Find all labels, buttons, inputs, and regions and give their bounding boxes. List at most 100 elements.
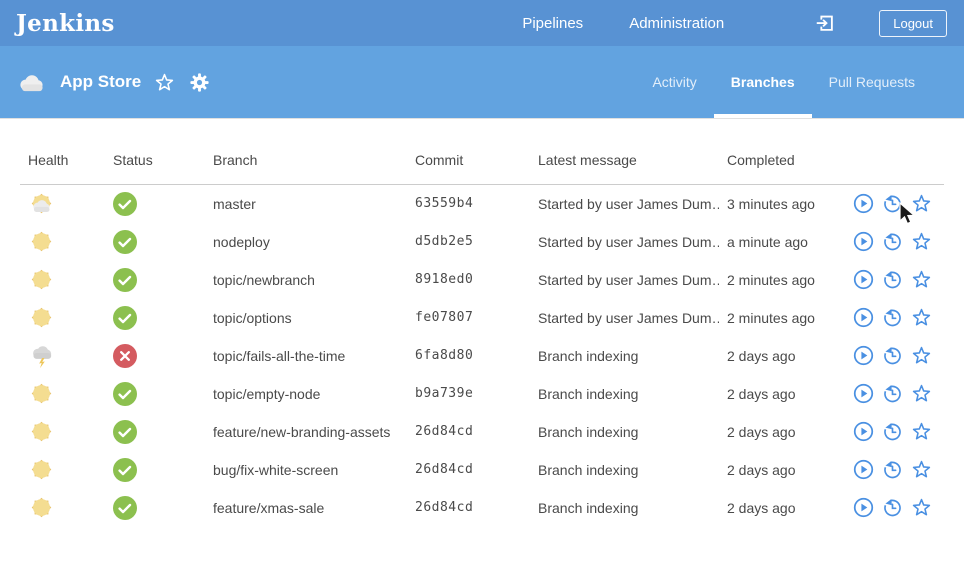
completed-cell: 2 minutes ago (719, 261, 847, 299)
favorite-star-icon[interactable] (911, 269, 932, 290)
nav-pipelines[interactable]: Pipelines (522, 15, 583, 32)
status-cell (105, 451, 205, 489)
favorite-star-icon[interactable] (911, 307, 932, 328)
gear-icon[interactable] (188, 71, 211, 94)
success-icon (113, 420, 137, 444)
status-cell (105, 223, 205, 261)
health-cell (20, 489, 105, 527)
row-actions (855, 345, 936, 366)
commit-cell: 26d84cd (407, 413, 530, 451)
success-icon (113, 268, 137, 292)
branch-row[interactable]: feature/xmas-sale 26d84cd Branch indexin… (20, 489, 944, 527)
favorite-star-icon[interactable] (154, 72, 175, 93)
health-cell (20, 223, 105, 261)
latest-message-cell: Branch indexing (530, 451, 719, 489)
favorite-star-icon[interactable] (911, 459, 932, 480)
logout-button[interactable]: Logout (879, 10, 947, 37)
history-icon[interactable] (882, 307, 903, 328)
health-cell (20, 413, 105, 451)
commit-cell: 26d84cd (407, 451, 530, 489)
run-icon[interactable] (853, 269, 874, 290)
history-icon[interactable] (882, 421, 903, 442)
health-cell (20, 337, 105, 375)
jenkins-logo[interactable]: Jenkins (16, 10, 115, 37)
branch-row[interactable]: topic/newbranch 8918ed0 Started by user … (20, 261, 944, 299)
run-icon[interactable] (853, 383, 874, 404)
latest-message-cell: Started by user James Dum… (530, 185, 719, 223)
row-actions (855, 307, 936, 328)
branches-table-body: master 63559b4 Started by user James Dum… (20, 185, 944, 527)
branch-row[interactable]: nodeploy d5db2e5 Started by user James D… (20, 223, 944, 261)
branch-cell: topic/newbranch (205, 261, 407, 299)
branches-page: Health Status Branch Commit Latest messa… (0, 118, 964, 527)
favorite-star-icon[interactable] (911, 421, 932, 442)
run-icon[interactable] (853, 497, 874, 518)
pipeline-identity: App Store (16, 69, 211, 96)
sunny-icon (28, 494, 55, 521)
favorite-star-icon[interactable] (911, 193, 932, 214)
branch-row[interactable]: feature/new-branding-assets 26d84cd Bran… (20, 413, 944, 451)
favorite-star-icon[interactable] (911, 231, 932, 252)
branch-cell: feature/new-branding-assets (205, 413, 407, 451)
branch-row[interactable]: master 63559b4 Started by user James Dum… (20, 185, 944, 223)
success-icon (113, 192, 137, 216)
row-actions (855, 497, 936, 518)
health-cell (20, 261, 105, 299)
latest-message-cell: Branch indexing (530, 375, 719, 413)
completed-cell: 3 minutes ago (719, 185, 847, 223)
history-icon[interactable] (882, 269, 903, 290)
run-icon[interactable] (853, 193, 874, 214)
commit-cell: 6fa8d80 (407, 337, 530, 375)
history-icon[interactable] (882, 497, 903, 518)
history-icon[interactable] (882, 383, 903, 404)
row-actions (855, 193, 936, 214)
completed-cell: 2 days ago (719, 337, 847, 375)
row-actions (855, 269, 936, 290)
status-cell (105, 489, 205, 527)
top-nav: Pipelines Administration (522, 15, 724, 32)
completed-cell: a minute ago (719, 223, 847, 261)
run-icon[interactable] (853, 459, 874, 480)
favorite-star-icon[interactable] (911, 383, 932, 404)
logout-arrow-icon[interactable] (814, 12, 836, 34)
run-icon[interactable] (853, 421, 874, 442)
latest-message-cell: Started by user James Dum… (530, 261, 719, 299)
history-icon[interactable] (882, 459, 903, 480)
status-cell (105, 261, 205, 299)
tab-pull-requests[interactable]: Pull Requests (812, 46, 932, 118)
branch-row[interactable]: topic/fails-all-the-time 6fa8d80 Branch … (20, 337, 944, 375)
col-header-actions (847, 118, 944, 185)
branch-row[interactable]: topic/options fe07807 Started by user Ja… (20, 299, 944, 337)
nav-administration[interactable]: Administration (629, 15, 724, 32)
branch-cell: nodeploy (205, 223, 407, 261)
branch-cell: master (205, 185, 407, 223)
commit-cell: fe07807 (407, 299, 530, 337)
success-icon (113, 230, 137, 254)
branch-row[interactable]: bug/fix-white-screen 26d84cd Branch inde… (20, 451, 944, 489)
history-icon[interactable] (882, 193, 903, 214)
health-cell (20, 451, 105, 489)
row-actions (855, 231, 936, 252)
history-icon[interactable] (882, 345, 903, 366)
run-icon[interactable] (853, 231, 874, 252)
tab-branches[interactable]: Branches (714, 46, 812, 118)
latest-message-cell: Branch indexing (530, 337, 719, 375)
run-icon[interactable] (853, 345, 874, 366)
history-icon[interactable] (882, 231, 903, 252)
pipeline-title: App Store (60, 72, 141, 92)
status-cell (105, 413, 205, 451)
branch-row[interactable]: topic/empty-node b9a739e Branch indexing… (20, 375, 944, 413)
success-icon (113, 382, 137, 406)
col-header-branch: Branch (205, 118, 407, 185)
health-cell (20, 299, 105, 337)
branch-cell: feature/xmas-sale (205, 489, 407, 527)
commit-cell: d5db2e5 (407, 223, 530, 261)
table-header-row: Health Status Branch Commit Latest messa… (20, 118, 944, 185)
favorite-star-icon[interactable] (911, 497, 932, 518)
run-icon[interactable] (853, 307, 874, 328)
favorite-star-icon[interactable] (911, 345, 932, 366)
latest-message-cell: Branch indexing (530, 413, 719, 451)
tab-activity[interactable]: Activity (635, 46, 713, 118)
commit-cell: b9a739e (407, 375, 530, 413)
branches-table: Health Status Branch Commit Latest messa… (20, 118, 944, 527)
